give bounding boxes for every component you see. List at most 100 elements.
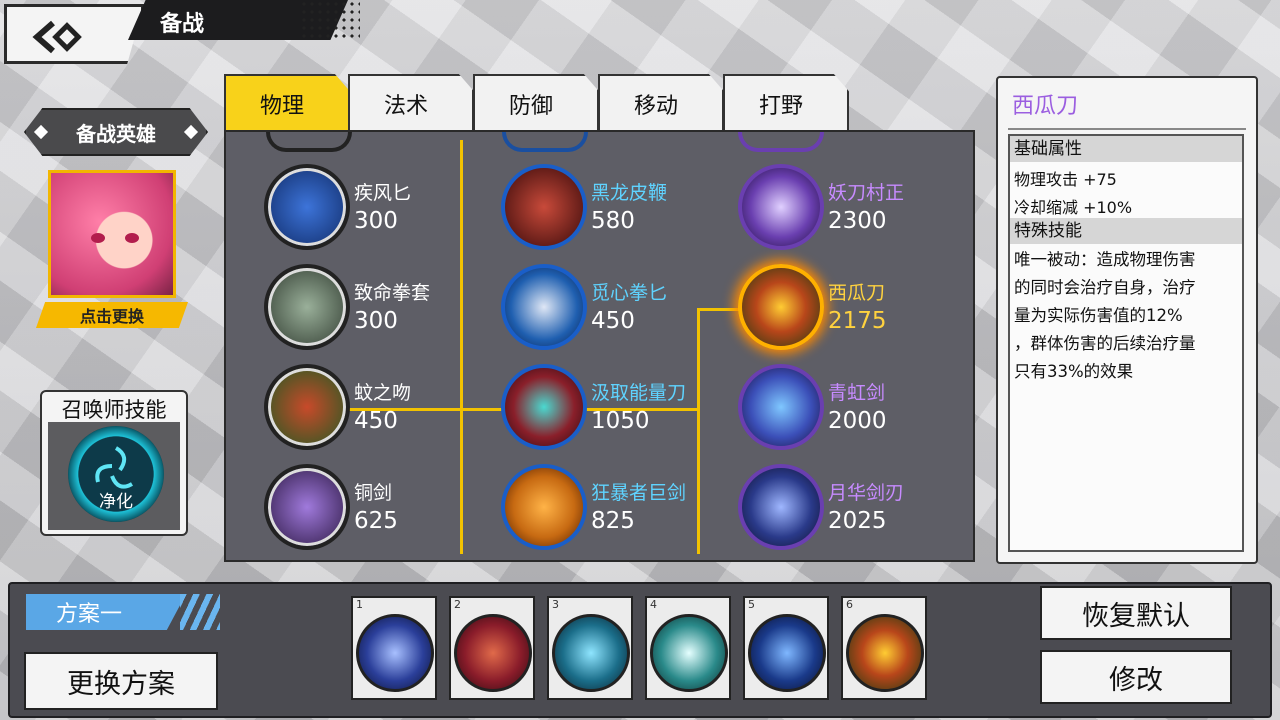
scythe-icon: [552, 614, 630, 692]
katana-icon: [738, 164, 824, 250]
item-name: 黑龙皮鞭: [591, 182, 668, 204]
item-slot[interactable]: 妖刀村正 2300: [738, 164, 938, 254]
item-slot[interactable]: 黑龙皮鞭 580: [501, 164, 701, 254]
edit-button[interactable]: 修改: [1040, 650, 1232, 704]
armor-icon: [650, 614, 728, 692]
restore-default-button[interactable]: 恢复默认: [1040, 586, 1232, 640]
slot-number: 4: [650, 598, 657, 611]
description-line: ，群体伤害的后续治疗量: [1014, 334, 1196, 353]
partial-item-icon: [738, 132, 824, 152]
item-price: 450: [354, 408, 398, 434]
detail-content: 基础属性 物理攻击 +75 冷却缩减 +10% 特殊技能 唯一被动：造成物理伤害…: [1008, 134, 1244, 552]
greatsword-icon: [501, 464, 587, 550]
tab-movement[interactable]: 移动: [598, 74, 724, 132]
sword-icon: [738, 364, 824, 450]
dagger-icon: [264, 164, 350, 250]
item-slot-selected[interactable]: 西瓜刀 2175: [738, 264, 938, 354]
item-price: 2000: [828, 408, 887, 434]
item-price: 625: [354, 508, 398, 534]
page-title: 备战: [160, 12, 205, 37]
plan-decoration: [180, 594, 220, 630]
description-line: 只有33%的效果: [1014, 362, 1134, 381]
item-name: 蚊之吻: [354, 382, 412, 404]
slot-number: 2: [454, 598, 461, 611]
hero-section-label: 备战英雄: [24, 108, 208, 156]
summoner-skill-title: 召唤师技能: [61, 398, 167, 422]
tab-physical[interactable]: 物理: [224, 74, 350, 132]
slot-number: 6: [846, 598, 853, 611]
summoner-skill-slot[interactable]: 净化: [48, 422, 180, 530]
tab-magic[interactable]: 法术: [348, 74, 474, 132]
whip-icon: [454, 614, 532, 692]
tab-jungle[interactable]: 打野: [723, 74, 849, 132]
stat-row: 物理攻击 +75: [1014, 170, 1117, 189]
summoner-skill-name: 净化: [99, 492, 133, 512]
whip-icon: [501, 164, 587, 250]
plan-name: 方案一: [26, 594, 186, 630]
back-button[interactable]: [4, 4, 144, 64]
item-name: 狂暴者巨剑: [591, 482, 687, 504]
item-slot[interactable]: 狂暴者巨剑 825: [501, 464, 701, 554]
item-slot[interactable]: 铜剑 625: [264, 464, 464, 554]
slot-number: 5: [748, 598, 755, 611]
item-slot[interactable]: 疾风匕 300: [264, 164, 464, 254]
sword-icon: [264, 364, 350, 450]
build-slot-3[interactable]: 3: [547, 596, 633, 700]
hero-eye: [125, 233, 139, 243]
item-slot[interactable]: 青虹剑 2000: [738, 364, 938, 454]
item-price: 580: [591, 208, 635, 234]
item-slot[interactable]: 蚊之吻 450: [264, 364, 464, 454]
tree-line: [697, 308, 739, 311]
gauntlet-icon: [264, 264, 350, 350]
build-slot-2[interactable]: 2: [449, 596, 535, 700]
divider: [1008, 128, 1246, 130]
hero-portrait[interactable]: [48, 170, 176, 298]
switch-plan-button[interactable]: 更换方案: [24, 652, 218, 710]
item-name: 觅心拳匕: [591, 282, 668, 304]
item-price: 2175: [828, 308, 887, 334]
summoner-skill-panel[interactable]: 召唤师技能 净化: [40, 390, 188, 536]
item-slot[interactable]: 月华剑刃 2025: [738, 464, 938, 554]
build-slot-6[interactable]: 6: [841, 596, 927, 700]
skill-description: 唯一被动：造成物理伤害 的同时会治疗自身，治疗 量为实际伤害值的12% ，群体伤…: [1010, 244, 1242, 388]
back-arrow-icon: [32, 20, 82, 54]
watermelon-blade-icon: [738, 264, 824, 350]
item-grid: 疾风匕 300 致命拳套 300 蚊之吻 450 铜剑 625 黑龙皮鞭 580…: [224, 130, 975, 562]
build-slot-4[interactable]: 4: [645, 596, 731, 700]
item-price: 1050: [591, 408, 650, 434]
description-line: 量为实际伤害值的12%: [1014, 306, 1183, 325]
boots-icon: [356, 614, 434, 692]
slot-number: 3: [552, 598, 559, 611]
watermelon-blade-icon: [846, 614, 924, 692]
item-name: 西瓜刀: [828, 282, 886, 304]
description-line: 的同时会治疗自身，治疗: [1014, 278, 1196, 297]
blade-icon: [501, 364, 587, 450]
partial-item-icon: [266, 132, 352, 152]
blade-icon: [738, 464, 824, 550]
detail-item-name: 西瓜刀: [1012, 94, 1079, 119]
change-hero-button[interactable]: 点击更换: [36, 302, 188, 328]
item-slot[interactable]: 觅心拳匕 450: [501, 264, 701, 354]
stat-row: 冷却缩减 +10%: [1014, 198, 1133, 217]
item-price: 300: [354, 208, 398, 234]
tab-defense[interactable]: 防御: [473, 74, 599, 132]
hero-eye: [91, 233, 105, 243]
item-price: 450: [591, 308, 635, 334]
build-slot-1[interactable]: 1: [351, 596, 437, 700]
item-name: 汲取能量刀: [591, 382, 687, 404]
blade-icon: [501, 264, 587, 350]
item-name: 疾风匕: [354, 182, 412, 204]
build-slot-5[interactable]: 5: [743, 596, 829, 700]
item-price: 2300: [828, 208, 887, 234]
item-slot[interactable]: 致命拳套 300: [264, 264, 464, 354]
slot-number: 1: [356, 598, 363, 611]
sword-icon: [264, 464, 350, 550]
item-slot[interactable]: 汲取能量刀 1050: [501, 364, 701, 454]
base-stats-header: 基础属性: [1010, 136, 1242, 162]
item-name: 铜剑: [354, 482, 393, 504]
item-name: 月华剑刃: [828, 482, 905, 504]
blade-icon: [748, 614, 826, 692]
description-line: 唯一被动：造成物理伤害: [1014, 250, 1196, 269]
item-detail-panel: 西瓜刀 基础属性 物理攻击 +75 冷却缩减 +10% 特殊技能 唯一被动：造成…: [996, 76, 1258, 564]
item-name: 妖刀村正: [828, 182, 905, 204]
